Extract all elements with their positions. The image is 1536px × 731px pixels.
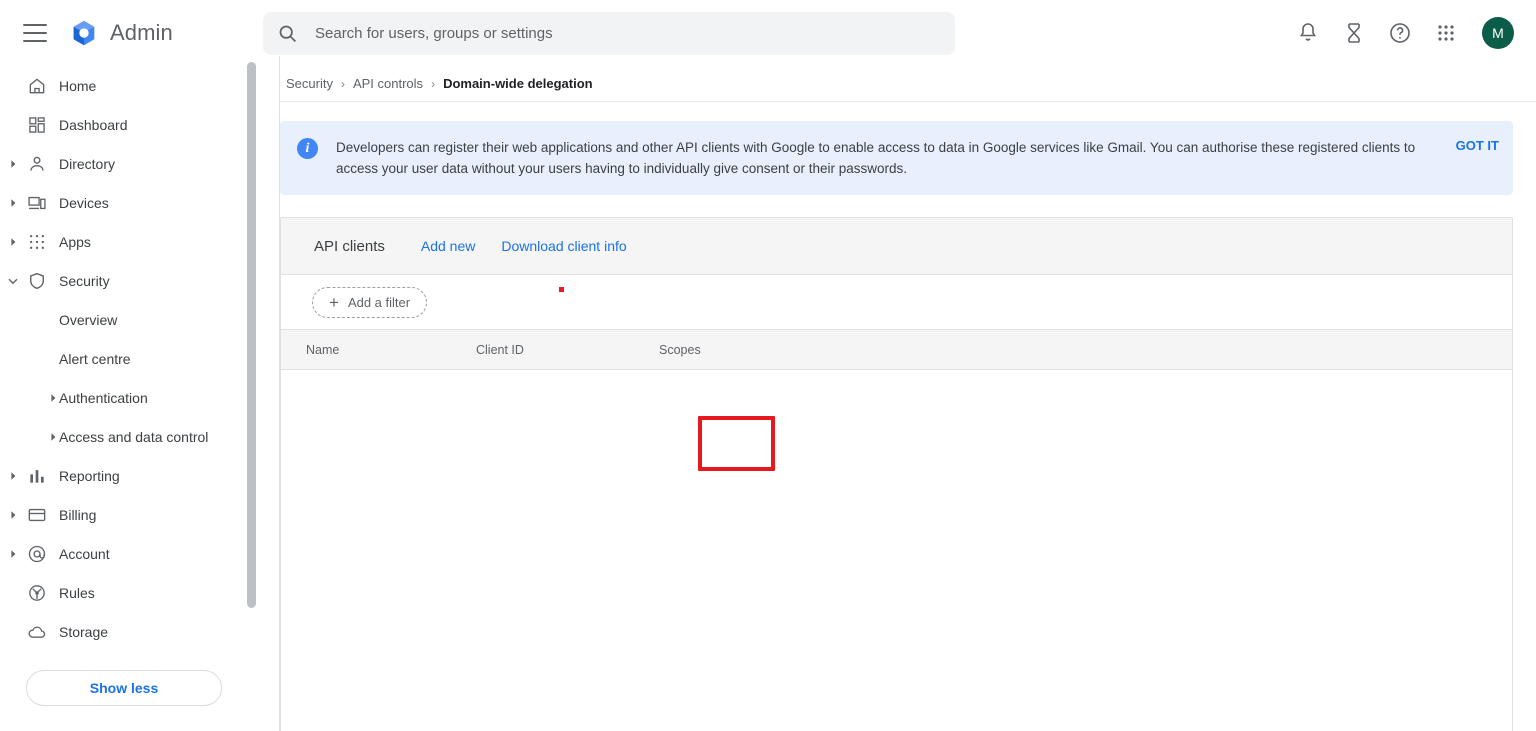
sidebar-item-label: Rules xyxy=(59,584,95,601)
sidebar-item-label: Home xyxy=(59,77,97,94)
sidebar-item-label: Dashboard xyxy=(59,116,128,133)
sidebar-item-overview[interactable]: Overview xyxy=(0,300,248,339)
card-header: API clients Add new Download client info xyxy=(281,218,1512,275)
top-app-bar: Admin Search for users, groups or settin… xyxy=(0,0,1536,66)
search-input[interactable] xyxy=(315,25,915,42)
brand-name: Admin xyxy=(110,20,173,45)
filter-row: + Add a filter xyxy=(281,275,1512,330)
apps-grid-icon[interactable] xyxy=(1434,21,1458,45)
sidebar-item-directory[interactable]: Directory xyxy=(0,144,248,183)
breadcrumb-item-api-controls[interactable]: API controls xyxy=(353,76,423,91)
table-body-empty xyxy=(281,370,1512,731)
apps-grid-icon xyxy=(27,232,47,252)
admin-console-page: Admin Search for users, groups or settin… xyxy=(0,0,1536,731)
page-title: API clients xyxy=(314,237,385,255)
sidebar-item-security[interactable]: Security xyxy=(0,261,248,300)
table-header-row: Name Client ID Scopes xyxy=(281,330,1512,370)
sidebar-item-storage[interactable]: Storage xyxy=(0,612,248,651)
sidebar-item-reporting[interactable]: Reporting xyxy=(0,456,248,495)
sidebar-item-label: Billing xyxy=(59,506,97,523)
sidebar-item-label: Devices xyxy=(59,194,109,211)
notifications-bell-icon[interactable] xyxy=(1296,21,1320,45)
sidebar-item-rules[interactable]: Rules xyxy=(0,573,248,612)
info-banner: i Developers can register their web appl… xyxy=(280,121,1513,195)
rules-icon xyxy=(27,583,47,603)
avatar[interactable]: M xyxy=(1482,17,1514,49)
sidebar-item-label: Directory xyxy=(59,155,116,172)
annotation-marker-dot xyxy=(559,287,564,292)
person-icon xyxy=(27,154,47,174)
sidebar-item-apps[interactable]: Apps xyxy=(0,222,248,261)
sidebar-item-home[interactable]: Home xyxy=(0,66,248,105)
device-icon xyxy=(27,193,47,213)
sidebar-nav: Home Dashboard Directory Devices Apps Securit… xyxy=(0,66,248,731)
chevron-right-icon[interactable] xyxy=(7,197,19,209)
show-less-button[interactable]: Show less xyxy=(26,670,222,706)
breadcrumb-item-security[interactable]: Security xyxy=(286,76,333,91)
brand-logo-group[interactable]: Admin xyxy=(69,18,173,48)
breadcrumb-separator-icon: › xyxy=(340,76,345,91)
info-icon: i xyxy=(297,138,318,159)
sidebar-item-authentication[interactable]: Authentication xyxy=(0,378,248,417)
got-it-button[interactable]: GOT IT xyxy=(1456,137,1499,153)
at-sign-icon xyxy=(27,544,47,564)
sidebar-scrollbar[interactable] xyxy=(247,62,256,608)
breadcrumb: Security › API controls › Domain-wide de… xyxy=(280,66,1536,102)
google-admin-hexagon-logo xyxy=(73,20,95,46)
column-header-client-id: Client ID xyxy=(476,342,524,357)
top-bar-icon-group: M xyxy=(1296,0,1524,66)
global-search-box[interactable] xyxy=(263,12,955,55)
chevron-down-icon[interactable] xyxy=(7,275,19,287)
sidebar-item-label: Access and data control xyxy=(59,428,209,445)
info-banner-text: Developers can register their web applic… xyxy=(336,140,1416,176)
search-icon xyxy=(279,25,296,42)
chevron-right-icon[interactable] xyxy=(7,236,19,248)
chevron-right-icon[interactable] xyxy=(7,548,19,560)
dashboard-icon xyxy=(27,115,47,135)
cloud-storage-icon xyxy=(27,622,47,642)
sidebar-item-label: Overview xyxy=(59,311,118,328)
sidebar-item-label: Reporting xyxy=(59,467,120,484)
sidebar-item-label: Account xyxy=(59,545,110,562)
add-a-filter-chip[interactable]: + Add a filter xyxy=(312,286,428,318)
help-question-icon[interactable] xyxy=(1388,21,1412,45)
add-new-link[interactable]: Add new xyxy=(421,238,475,254)
sidebar-item-list: Home Dashboard Directory Devices Apps Securit… xyxy=(0,66,248,651)
api-clients-card: API clients Add new Download client info… xyxy=(280,217,1513,731)
hamburger-menu-icon[interactable] xyxy=(23,24,47,42)
column-header-name: Name xyxy=(306,342,340,357)
sidebar-item-label: Storage xyxy=(59,623,109,640)
billing-card-icon xyxy=(27,505,47,525)
add-a-filter-label: Add a filter xyxy=(347,294,411,310)
hourglass-icon[interactable] xyxy=(1342,21,1366,45)
sidebar-item-account[interactable]: Account xyxy=(0,534,248,573)
breadcrumb-separator-icon: › xyxy=(431,76,436,91)
sidebar-item-label: Alert centre xyxy=(59,350,131,367)
chevron-right-icon[interactable] xyxy=(7,470,19,482)
chevron-right-icon[interactable] xyxy=(47,392,59,404)
sidebar-item-access-and-data-control[interactable]: Access and data control xyxy=(0,417,248,456)
shield-icon xyxy=(27,271,47,291)
sidebar-item-label: Authentication xyxy=(59,389,148,406)
column-header-scopes: Scopes xyxy=(659,342,701,357)
download-client-info-link[interactable]: Download client info xyxy=(501,238,626,254)
plus-icon: + xyxy=(329,292,339,312)
main-content: Security › API controls › Domain-wide de… xyxy=(280,66,1536,731)
sidebar-item-devices[interactable]: Devices xyxy=(0,183,248,222)
chevron-right-icon[interactable] xyxy=(7,509,19,521)
chevron-right-icon[interactable] xyxy=(7,158,19,170)
sidebar-item-alert-centre[interactable]: Alert centre xyxy=(0,339,248,378)
chevron-right-icon[interactable] xyxy=(47,431,59,443)
home-icon xyxy=(27,76,47,96)
sidebar-item-label: Security xyxy=(59,272,110,289)
reporting-bars-icon xyxy=(27,466,47,486)
sidebar-item-label: Apps xyxy=(59,233,91,250)
sidebar-item-dashboard[interactable]: Dashboard xyxy=(0,105,248,144)
breadcrumb-item-current: Domain-wide delegation xyxy=(443,76,593,91)
sidebar-item-billing[interactable]: Billing xyxy=(0,495,248,534)
